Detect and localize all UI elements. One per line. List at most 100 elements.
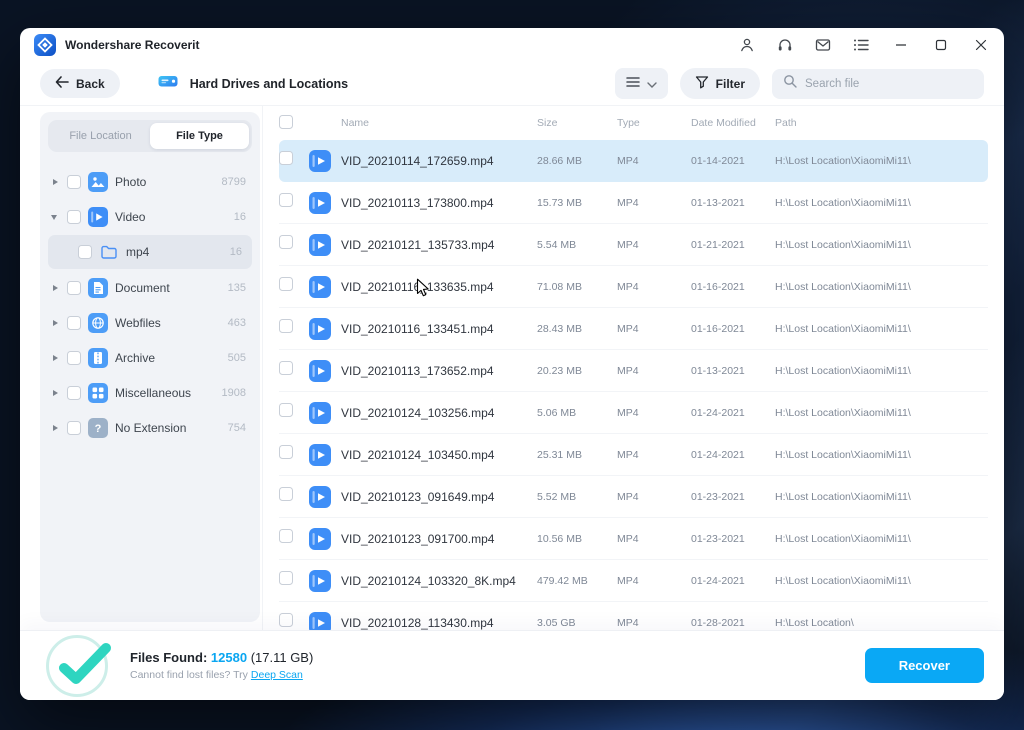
column-header-date-modified[interactable]: Date Modified — [691, 117, 775, 129]
table-row[interactable]: VID_20210124_103320_8K.mp4 479.42 MB MP4… — [279, 560, 988, 602]
column-header-path[interactable]: Path — [775, 117, 988, 129]
search-input[interactable] — [805, 78, 973, 90]
row-checkbox[interactable] — [279, 151, 293, 165]
tree-item-count: 135 — [228, 282, 246, 294]
tree-item-video[interactable]: Video 16 — [40, 199, 260, 234]
miscellaneous-icon — [88, 383, 108, 403]
close-button[interactable] — [972, 36, 990, 54]
caret-right-icon[interactable] — [50, 423, 60, 433]
file-name: VID_20210113_173800.mp4 — [341, 196, 537, 210]
tab-file-type[interactable]: File Type — [150, 123, 249, 149]
row-checkbox[interactable] — [279, 487, 293, 501]
column-header-size[interactable]: Size — [537, 117, 617, 129]
sidebar: File LocationFile Type Photo 8799 Video … — [40, 112, 260, 622]
caret-right-icon[interactable] — [50, 283, 60, 293]
caret-down-icon[interactable] — [50, 212, 60, 222]
filter-button[interactable]: Filter — [680, 68, 760, 99]
tree-item-webfiles[interactable]: Webfiles 463 — [40, 305, 260, 340]
tree-item-photo[interactable]: Photo 8799 — [40, 164, 260, 199]
file-name: VID_20210123_091649.mp4 — [341, 490, 537, 504]
row-checkbox[interactable] — [279, 277, 293, 291]
feedback-mail-icon[interactable] — [814, 36, 832, 54]
row-checkbox[interactable] — [279, 193, 293, 207]
video-file-icon — [309, 612, 341, 631]
tree-item-archive[interactable]: Archive 505 — [40, 340, 260, 375]
checkbox[interactable] — [67, 386, 81, 400]
table-row[interactable]: VID_20210123_091700.mp4 10.56 MB MP4 01-… — [279, 518, 988, 560]
row-checkbox[interactable] — [279, 613, 293, 627]
table-row[interactable]: VID_20210116_133635.mp4 71.08 MB MP4 01-… — [279, 266, 988, 308]
video-file-icon — [309, 528, 341, 550]
checkbox[interactable] — [67, 281, 81, 295]
column-header-name[interactable]: Name — [341, 117, 537, 129]
video-file-icon — [309, 276, 341, 298]
tree-item-no-extension[interactable]: ? No Extension 754 — [40, 410, 260, 445]
caret-right-icon[interactable] — [50, 177, 60, 187]
support-headset-icon[interactable] — [776, 36, 794, 54]
minimize-button[interactable] — [892, 36, 910, 54]
checkbox[interactable] — [67, 351, 81, 365]
table-row[interactable]: VID_20210113_173800.mp4 15.73 MB MP4 01-… — [279, 182, 988, 224]
archive-icon — [88, 348, 108, 368]
back-button[interactable]: Back — [40, 69, 120, 98]
row-checkbox[interactable] — [279, 235, 293, 249]
table-row[interactable]: VID_20210121_135733.mp4 5.54 MB MP4 01-2… — [279, 224, 988, 266]
table-row[interactable]: VID_20210123_091649.mp4 5.52 MB MP4 01-2… — [279, 476, 988, 518]
tree-item-mp4[interactable]: mp4 16 — [48, 235, 252, 269]
column-header-type[interactable]: Type — [617, 117, 691, 129]
deep-scan-link[interactable]: Deep Scan — [251, 669, 303, 681]
checkbox[interactable] — [67, 175, 81, 189]
account-icon[interactable] — [738, 36, 756, 54]
row-checkbox[interactable] — [279, 529, 293, 543]
caret-right-icon[interactable] — [50, 388, 60, 398]
file-type: MP4 — [617, 617, 691, 629]
file-name: VID_20210121_135733.mp4 — [341, 238, 537, 252]
table-row[interactable]: VID_20210124_103256.mp4 5.06 MB MP4 01-2… — [279, 392, 988, 434]
select-all-checkbox[interactable] — [279, 115, 293, 129]
table-row[interactable]: VID_20210116_133451.mp4 28.43 MB MP4 01-… — [279, 308, 988, 350]
table-row[interactable]: VID_20210124_103450.mp4 25.31 MB MP4 01-… — [279, 434, 988, 476]
file-name: VID_20210124_103256.mp4 — [341, 406, 537, 420]
table-row[interactable]: VID_20210128_113430.mp4 3.05 GB MP4 01-2… — [279, 602, 988, 630]
scan-summary: Files Found: 12580 (17.11 GB) Cannot fin… — [130, 650, 313, 681]
tree-item-label: mp4 — [126, 245, 149, 259]
view-options-button[interactable] — [615, 68, 668, 99]
checkbox[interactable] — [67, 421, 81, 435]
search-box[interactable] — [772, 69, 984, 99]
video-file-icon — [309, 360, 341, 382]
mouse-cursor — [416, 278, 430, 298]
file-path: H:\Lost Location\XiaomiMi11\ — [775, 323, 988, 335]
video-file-icon — [309, 234, 341, 256]
checkbox[interactable] — [78, 245, 92, 259]
video-file-icon — [309, 192, 341, 214]
table-row[interactable]: VID_20210114_172659.mp4 28.66 MB MP4 01-… — [279, 140, 988, 182]
caret-right-icon[interactable] — [50, 353, 60, 363]
file-type: MP4 — [617, 197, 691, 209]
row-checkbox[interactable] — [279, 571, 293, 585]
file-type-tree: Photo 8799 Video 16 mp4 16 Document 135 … — [40, 160, 260, 445]
row-checkbox[interactable] — [279, 445, 293, 459]
file-path: H:\Lost Location\XiaomiMi11\ — [775, 491, 988, 503]
chevron-down-icon — [647, 76, 657, 91]
row-checkbox[interactable] — [279, 319, 293, 333]
footer-bar: Files Found: 12580 (17.11 GB) Cannot fin… — [20, 630, 1004, 700]
checkbox[interactable] — [67, 316, 81, 330]
recover-button[interactable]: Recover — [865, 648, 984, 683]
tree-item-document[interactable]: Document 135 — [40, 270, 260, 305]
checkbox[interactable] — [67, 210, 81, 224]
tab-file-location[interactable]: File Location — [51, 123, 150, 149]
row-checkbox[interactable] — [279, 361, 293, 375]
menu-list-icon[interactable] — [852, 36, 870, 54]
caret-right-icon[interactable] — [50, 318, 60, 328]
tree-item-miscellaneous[interactable]: Miscellaneous 1908 — [40, 375, 260, 410]
file-path: H:\Lost Location\XiaomiMi11\ — [775, 407, 988, 419]
maximize-button[interactable] — [932, 36, 950, 54]
table-row[interactable]: VID_20210113_173652.mp4 20.23 MB MP4 01-… — [279, 350, 988, 392]
file-size: 28.66 MB — [537, 155, 617, 167]
tree-item-count: 754 — [228, 422, 246, 434]
tree-item-count: 505 — [228, 352, 246, 364]
tree-item-count: 16 — [230, 246, 242, 258]
file-path: H:\Lost Location\XiaomiMi11\ — [775, 449, 988, 461]
row-checkbox[interactable] — [279, 403, 293, 417]
file-name: VID_20210128_113430.mp4 — [341, 616, 537, 630]
